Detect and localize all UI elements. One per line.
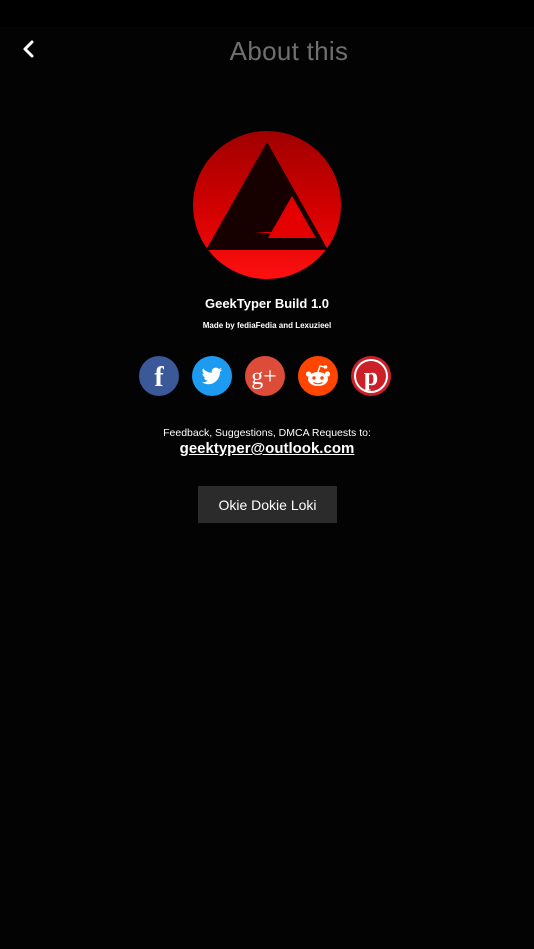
status-bar xyxy=(0,0,534,27)
svg-text:g+: g+ xyxy=(251,364,277,390)
social-share-row: f g+ p xyxy=(0,356,534,396)
app-name: GeekTyper Build 1.0 xyxy=(204,296,330,311)
app-credits: Made by fediaFedia and Lexuzieel xyxy=(202,321,332,330)
svg-text:p: p xyxy=(364,362,378,391)
feedback-email-link[interactable]: geektyper@outlook.com xyxy=(0,440,534,457)
pinterest-icon[interactable]: p xyxy=(351,356,391,396)
about-page: About this GeekTyper Build 1.0 Made by f… xyxy=(0,27,534,949)
okie-dokie-loki-button[interactable]: Okie Dokie Loki xyxy=(198,486,337,523)
feedback-label: Feedback, Suggestions, DMCA Requests to: xyxy=(163,427,371,439)
app-logo-icon xyxy=(193,131,341,279)
google-plus-icon[interactable]: g+ xyxy=(245,356,285,396)
page-title: About this xyxy=(229,36,349,66)
facebook-icon[interactable]: f xyxy=(139,356,179,396)
svg-text:f: f xyxy=(154,362,164,393)
twitter-icon[interactable] xyxy=(192,356,232,396)
reddit-icon[interactable] xyxy=(298,356,338,396)
